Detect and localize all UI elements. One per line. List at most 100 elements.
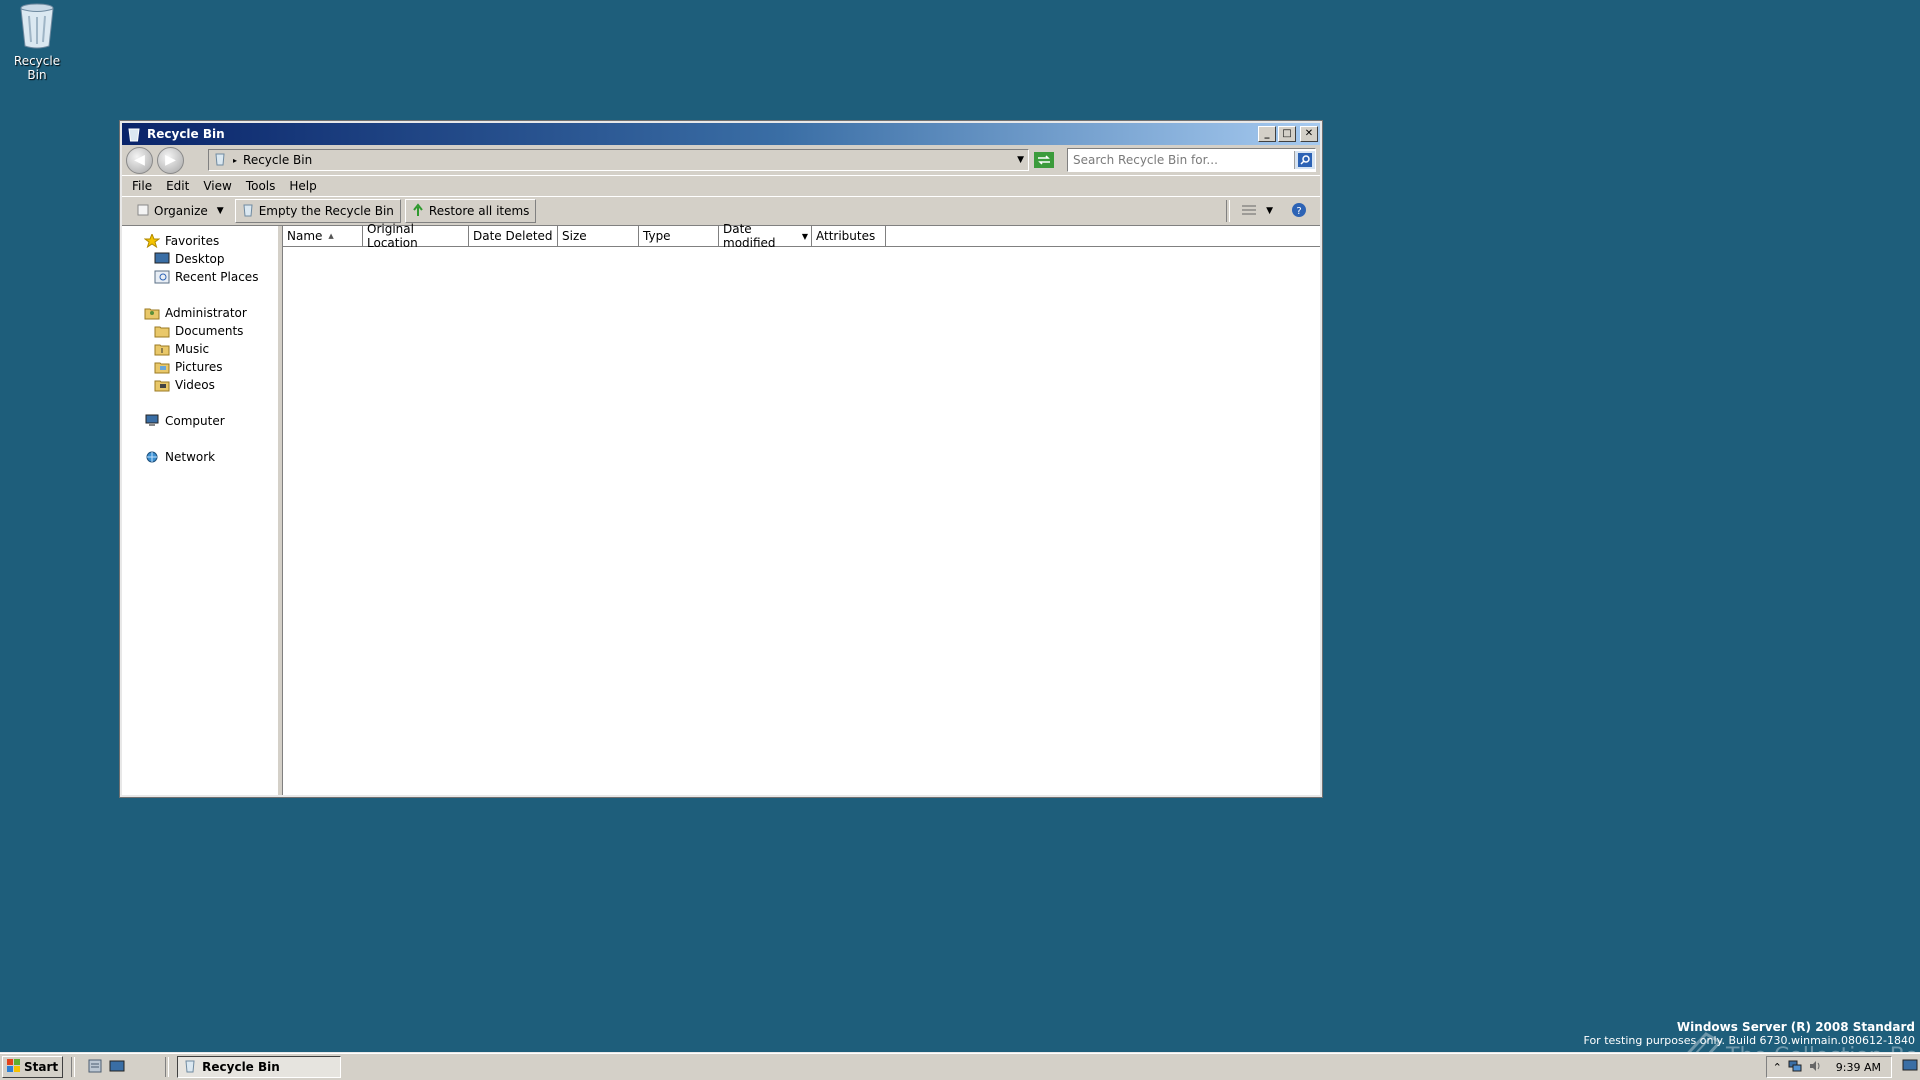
maximize-button[interactable]: □ [1278, 126, 1296, 142]
menu-file[interactable]: File [132, 179, 152, 193]
desktop-icon-recycle-bin[interactable]: Recycle Bin [4, 2, 70, 82]
file-list-body[interactable] [283, 247, 1320, 795]
nav-network-label: Network [165, 450, 216, 464]
windows-logo-icon [7, 1058, 21, 1076]
recycle-bin-icon [184, 1059, 196, 1076]
explorer-window[interactable]: Recycle Bin _ □ ✕ ◀ ▶ ▸ Recycle Bin ▼ Se… [120, 121, 1322, 797]
column-header-date-modified[interactable]: Date modified [719, 222, 799, 250]
recycle-bin-icon [213, 152, 227, 169]
taskbar: Start Recycle Bin ⌃ 9:39 AM [0, 1053, 1920, 1080]
views-button[interactable]: ▼ [1234, 199, 1280, 223]
nav-administrator-label: Administrator [165, 306, 247, 320]
restore-arrow-icon [412, 202, 424, 220]
forward-button[interactable]: ▶ [157, 146, 184, 174]
back-button[interactable]: ◀ [126, 146, 153, 174]
nav-videos[interactable]: Videos [122, 376, 278, 394]
column-header-name[interactable]: Name ▲ [283, 226, 363, 246]
menu-bar: File Edit View Tools Help [122, 176, 1320, 196]
navigation-pane: Favorites Desktop Recent Places Administ… [122, 226, 282, 795]
window-content: Favorites Desktop Recent Places Administ… [122, 222, 1320, 795]
column-header-label: Type [643, 229, 671, 243]
recycle-bin-icon [242, 203, 254, 220]
chevron-down-icon: ▼ [1266, 206, 1273, 216]
column-header-date-deleted[interactable]: Date Deleted [469, 226, 558, 246]
recent-places-icon [154, 270, 170, 284]
search-icon [1298, 153, 1312, 167]
column-header-attributes[interactable]: Attributes [812, 226, 886, 246]
menu-view[interactable]: View [203, 179, 231, 193]
menu-help[interactable]: Help [289, 179, 316, 193]
server-manager-icon[interactable] [87, 1058, 103, 1077]
chevron-down-icon[interactable]: ▼ [1017, 155, 1024, 165]
nav-pictures-label: Pictures [175, 360, 223, 374]
column-header-label: Size [562, 229, 587, 243]
column-headers: Name ▲ Original Location Date Deleted Si… [283, 222, 1320, 250]
menu-edit[interactable]: Edit [166, 179, 189, 193]
title-bar[interactable]: Recycle Bin _ □ ✕ [122, 123, 1320, 145]
address-bar[interactable]: ▸ Recycle Bin ▼ [208, 149, 1029, 171]
nav-favorites-label: Favorites [165, 234, 220, 248]
nav-music[interactable]: Music [122, 340, 278, 358]
help-button[interactable]: ? [1284, 199, 1314, 223]
column-header-label: Name [287, 229, 323, 243]
help-icon: ? [1291, 202, 1307, 221]
quick-launch [87, 1058, 125, 1077]
column-header-label: Original Location [367, 222, 418, 250]
show-desktop-icon[interactable] [109, 1058, 125, 1077]
column-header-label: Attributes [816, 229, 876, 243]
start-label: Start [24, 1060, 59, 1074]
close-button[interactable]: ✕ [1300, 126, 1318, 142]
nav-desktop-label: Desktop [175, 252, 225, 266]
file-list: Name ▲ Original Location Date Deleted Si… [282, 222, 1320, 795]
column-header-type[interactable]: Type [639, 226, 719, 246]
minimize-button[interactable]: _ [1258, 126, 1276, 142]
toolbar-separator [1226, 200, 1231, 222]
empty-recycle-bin-button[interactable]: Empty the Recycle Bin [234, 199, 401, 223]
recycle-bin-icon [17, 2, 57, 50]
nav-favorites[interactable]: Favorites [122, 232, 278, 250]
column-header-original-location[interactable]: Original Location [363, 222, 469, 250]
show-hidden-icons-icon[interactable]: ⌃ [1773, 1061, 1782, 1074]
refresh-icon [1034, 152, 1054, 168]
chevron-down-icon: ▼ [216, 206, 224, 216]
search-placeholder: Search Recycle Bin for... [1073, 153, 1218, 167]
volume-icon[interactable] [1808, 1059, 1822, 1076]
nav-recent-places[interactable]: Recent Places [122, 268, 278, 286]
organize-icon [137, 204, 149, 219]
taskbar-separator [165, 1057, 170, 1077]
nav-documents[interactable]: Documents [122, 322, 278, 340]
menu-tools[interactable]: Tools [246, 179, 276, 193]
restore-all-items-button[interactable]: Restore all items [404, 199, 537, 223]
address-text: Recycle Bin [243, 153, 313, 167]
nav-pictures[interactable]: Pictures [122, 358, 278, 376]
refresh-button[interactable] [1033, 151, 1055, 169]
restore-all-items-label: Restore all items [428, 204, 530, 218]
column-dropdown-button[interactable]: ▼ [799, 226, 812, 246]
computer-icon [144, 414, 160, 428]
clock[interactable]: 9:39 AM [1836, 1061, 1881, 1074]
nav-computer[interactable]: Computer [122, 412, 278, 430]
column-header-size[interactable]: Size [558, 226, 639, 246]
nav-desktop[interactable]: Desktop [122, 250, 278, 268]
views-icon [1241, 204, 1257, 219]
search-button[interactable] [1294, 151, 1315, 169]
nav-documents-label: Documents [175, 324, 244, 338]
recycle-bin-icon [126, 126, 142, 142]
organize-button[interactable]: Organize ▼ [130, 199, 231, 223]
taskbar-item-recycle-bin[interactable]: Recycle Bin [177, 1056, 342, 1078]
nav-network[interactable]: Network [122, 448, 278, 466]
network-status-icon[interactable] [1788, 1059, 1802, 1076]
svg-text:?: ? [1296, 206, 1301, 217]
videos-folder-icon [154, 378, 170, 392]
network-icon [144, 450, 160, 464]
star-icon [143, 232, 161, 249]
show-desktop-button[interactable] [1902, 1059, 1918, 1076]
nav-computer-label: Computer [165, 414, 225, 428]
breadcrumb-arrow-icon[interactable]: ▸ [233, 156, 237, 165]
search-input[interactable]: Search Recycle Bin for... [1067, 148, 1316, 172]
column-header-label: Date modified [723, 222, 776, 250]
command-toolbar: Organize ▼ Empty the Recycle Bin Restore… [122, 196, 1320, 226]
nav-administrator[interactable]: Administrator [122, 304, 278, 322]
nav-recent-places-label: Recent Places [175, 270, 259, 284]
start-button[interactable]: Start [2, 1056, 64, 1078]
